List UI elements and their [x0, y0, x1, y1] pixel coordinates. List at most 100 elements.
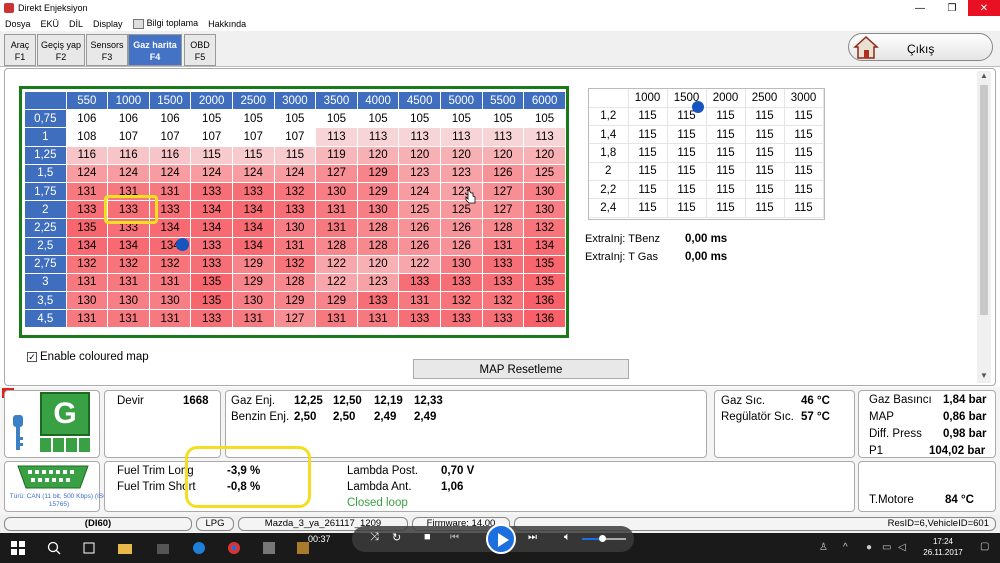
gas-map-cell[interactable]: 131: [356, 309, 400, 329]
gas-map-cell[interactable]: 133: [65, 200, 109, 220]
menu-dosya[interactable]: Dosya: [0, 19, 36, 29]
menu-hakkinda[interactable]: Hakkında: [203, 19, 251, 29]
gas-map-cell[interactable]: 116: [65, 145, 109, 165]
repeat-icon[interactable]: ↻: [392, 531, 401, 544]
side-map-cell[interactable]: 115: [667, 180, 707, 200]
gas-map-cell[interactable]: 127: [273, 309, 317, 329]
gas-map-cell[interactable]: 126: [398, 236, 441, 256]
side-map-cell[interactable]: 115: [706, 143, 746, 163]
gas-map-cell[interactable]: 107: [231, 127, 275, 147]
tab-gecis-yap[interactable]: Geçiş yap F2: [37, 34, 85, 66]
gas-map-cell[interactable]: 133: [440, 309, 483, 329]
gas-map-cell[interactable]: 135: [190, 291, 233, 311]
menu-display[interactable]: Display: [88, 19, 128, 29]
gas-map-cell[interactable]: 105: [315, 109, 358, 129]
gas-map-cell[interactable]: 130: [356, 200, 400, 220]
gas-map-cell[interactable]: 127: [481, 181, 525, 202]
gas-map-cell[interactable]: 131: [398, 291, 441, 311]
gas-map-cell[interactable]: 105: [231, 109, 275, 129]
gas-map-cell[interactable]: 131: [315, 309, 358, 329]
gas-map-cell[interactable]: 127: [481, 200, 525, 220]
gas-map-cell[interactable]: 122: [315, 254, 358, 274]
gas-map-cell[interactable]: 115: [273, 145, 317, 165]
scroll-up-icon[interactable]: ▲: [977, 71, 991, 83]
windows-start-icon[interactable]: [11, 541, 25, 555]
gas-map-cell[interactable]: 124: [148, 163, 192, 183]
gas-map-cell[interactable]: 122: [315, 272, 358, 293]
gas-map-cell[interactable]: 107: [107, 127, 150, 147]
gas-map-cell[interactable]: 106: [148, 109, 192, 129]
gas-map-cell[interactable]: 106: [107, 109, 150, 129]
tray-up-icon[interactable]: ^: [843, 542, 848, 553]
gas-map-cell[interactable]: 131: [65, 309, 109, 329]
minimize-button[interactable]: —: [904, 0, 936, 16]
file-explorer-icon[interactable]: [118, 541, 132, 555]
gas-map-cell[interactable]: 124: [273, 163, 317, 183]
side-map-cell[interactable]: 115: [745, 198, 785, 218]
vertical-scrollbar[interactable]: ▲ ▼: [977, 71, 991, 383]
notification-icon[interactable]: ▢: [980, 541, 989, 552]
gas-map-cell[interactable]: 125: [523, 163, 566, 183]
gas-map-cell[interactable]: 134: [65, 236, 109, 256]
gas-map-cell[interactable]: 134: [107, 236, 150, 256]
gas-map-cell[interactable]: 124: [190, 163, 233, 183]
gas-map-cell[interactable]: 134: [231, 200, 275, 220]
gas-map-cell[interactable]: 134: [190, 218, 233, 238]
gas-map-cell[interactable]: 130: [65, 291, 109, 311]
gas-map-cell[interactable]: 134: [231, 218, 275, 238]
gas-map-cell[interactable]: 128: [481, 218, 525, 238]
tab-sensors[interactable]: Sensors F3: [86, 34, 128, 66]
side-map-cell[interactable]: 115: [784, 107, 824, 127]
gas-map-cell[interactable]: 113: [481, 127, 525, 147]
scroll-down-icon[interactable]: ▼: [977, 371, 991, 383]
tab-arac[interactable]: Araç F1: [4, 34, 36, 66]
gas-map-cell[interactable]: 131: [107, 272, 150, 293]
gas-map-cell[interactable]: 105: [523, 109, 566, 129]
side-map-cell[interactable]: 115: [784, 125, 824, 145]
side-map-cell[interactable]: 115: [745, 107, 785, 127]
gas-map-cell[interactable]: 135: [523, 272, 566, 293]
gas-map-cell[interactable]: 128: [273, 272, 317, 293]
app-taskbar-icon[interactable]: [262, 541, 276, 555]
side-map-cell[interactable]: 115: [784, 198, 824, 218]
volume-slider[interactable]: [582, 535, 626, 542]
side-map-cell[interactable]: 115: [628, 162, 668, 181]
side-map-cell[interactable]: 115: [667, 198, 707, 218]
gas-map-cell[interactable]: 105: [481, 109, 525, 129]
gas-map-cell[interactable]: 124: [231, 163, 275, 183]
gas-map-cell[interactable]: 135: [190, 272, 233, 293]
side-map-cell[interactable]: 115: [628, 107, 668, 127]
gas-map-cell[interactable]: 127: [315, 163, 358, 183]
side-map-cell[interactable]: 115: [667, 125, 707, 145]
gas-map-cell[interactable]: 130: [315, 181, 358, 202]
gas-map-cell[interactable]: 132: [481, 291, 525, 311]
gas-map-cell[interactable]: 105: [398, 109, 441, 129]
gas-map-cell[interactable]: 105: [273, 109, 317, 129]
gas-map-cell[interactable]: 113: [523, 127, 566, 147]
gas-map-cell[interactable]: 107: [148, 127, 192, 147]
people-icon[interactable]: ♙: [819, 542, 828, 553]
close-button[interactable]: ✕: [968, 0, 1000, 16]
clock[interactable]: 17:24 26.11.2017: [919, 536, 967, 558]
gas-map-cell[interactable]: 131: [315, 218, 358, 238]
gas-map-cell[interactable]: 133: [440, 272, 483, 293]
side-map-cell[interactable]: 115: [628, 125, 668, 145]
side-map-cell[interactable]: 115: [667, 143, 707, 163]
gas-map-cell[interactable]: 124: [107, 163, 150, 183]
gas-map-cell[interactable]: 126: [440, 236, 483, 256]
side-map-cell[interactable]: 115: [706, 107, 746, 127]
gas-map-cell[interactable]: 107: [273, 127, 317, 147]
gas-map-cell[interactable]: 123: [398, 163, 441, 183]
task-view-icon[interactable]: [82, 541, 96, 555]
gas-map-cell[interactable]: 125: [398, 200, 441, 220]
shuffle-icon[interactable]: ⤨: [370, 531, 379, 544]
exit-button[interactable]: Çıkış: [848, 33, 993, 61]
gas-map-cell[interactable]: 131: [231, 309, 275, 329]
gas-map-cell[interactable]: 133: [398, 309, 441, 329]
chrome-icon[interactable]: [227, 541, 241, 555]
stop-icon[interactable]: ■: [424, 531, 431, 543]
gas-map-cell[interactable]: 129: [315, 291, 358, 311]
gas-map-cell[interactable]: 129: [356, 181, 400, 202]
gas-map-cell[interactable]: 129: [231, 272, 275, 293]
gas-map-cell[interactable]: 105: [440, 109, 483, 129]
